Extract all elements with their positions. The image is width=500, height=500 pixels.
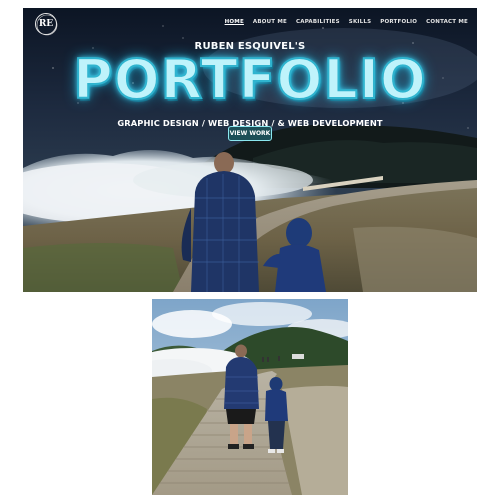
nav-about-me[interactable]: ABOUT ME	[253, 19, 287, 25]
photo-image	[152, 299, 348, 495]
hero-title: PORTFOLIO	[72, 48, 427, 111]
photo-father-son-boardwalk	[152, 299, 348, 495]
top-navigation: RE HOME ABOUT ME CAPABILITIES SKILLS POR…	[23, 8, 477, 38]
view-work-button[interactable]: VIEW WORK	[228, 126, 272, 141]
nav-menu: HOME ABOUT ME CAPABILITIES SKILLS PORTFO…	[225, 19, 468, 25]
nav-home[interactable]: HOME	[225, 19, 244, 25]
nav-capabilities[interactable]: CAPABILITIES	[296, 19, 340, 25]
nav-portfolio[interactable]: PORTFOLIO	[380, 19, 417, 25]
hero-screenshot: RE HOME ABOUT ME CAPABILITIES SKILLS POR…	[23, 8, 477, 292]
nav-contact-me[interactable]: CONTACT ME	[426, 19, 468, 25]
logo[interactable]: RE	[35, 13, 58, 36]
logo-text: RE	[38, 19, 54, 29]
nav-skills[interactable]: SKILLS	[349, 19, 371, 25]
